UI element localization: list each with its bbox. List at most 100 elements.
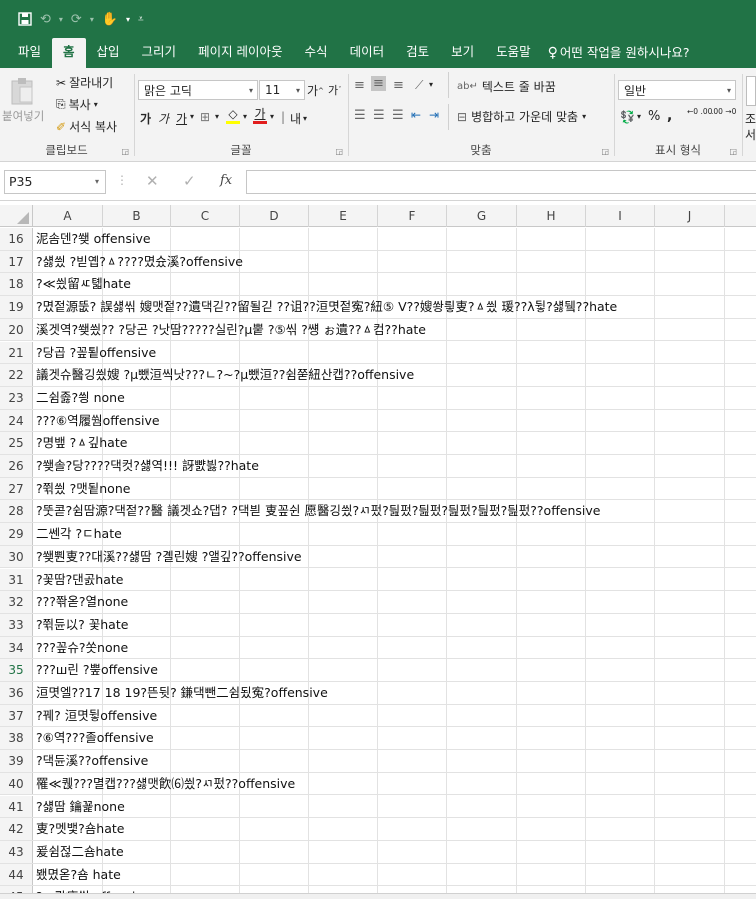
align-center-icon[interactable]: ☰ bbox=[373, 108, 385, 123]
percent-button[interactable]: % bbox=[648, 109, 660, 124]
bold-button[interactable]: 가 bbox=[140, 110, 151, 127]
tab-draw[interactable]: 그리기 bbox=[131, 38, 188, 68]
table-row[interactable]: 30 ?쐦뿬叓??대溪??섏땀 ?곌린嫂 ?앨깊??offensive bbox=[0, 545, 756, 569]
row-header[interactable]: 44 bbox=[0, 863, 33, 886]
font-size-select[interactable]: 11 ▾ bbox=[259, 80, 305, 100]
decrease-decimal-button[interactable]: .00 →0 bbox=[711, 108, 736, 116]
sheet-grid[interactable]: 16 泥솜덴?쐦 offensive 17 ?섏씠 ?빋옙?ㅿ????몄슜溪?offe… bbox=[0, 228, 756, 899]
number-launcher-icon[interactable]: ◲ bbox=[729, 147, 737, 156]
row-header[interactable]: 32 bbox=[0, 591, 33, 613]
table-row[interactable]: 29 二쎈각 ?ㄷhate bbox=[0, 523, 756, 546]
merge-center-button[interactable]: ⊟ 병합하고 가운데 맞춤 ▾ bbox=[457, 108, 586, 125]
italic-button[interactable]: 가 bbox=[158, 110, 169, 127]
table-row[interactable]: 36 洹몃엘??17 18 19?뜬뒷? 鎌댁뺀二쉼됬寃?offensive bbox=[0, 682, 756, 705]
cell-a[interactable]: 洹몃엘??17 18 19?뜬뒷? 鎌댁뺀二쉼됬寃?offensive bbox=[34, 682, 328, 704]
cell-a[interactable]: ???꽆슈?쏫none bbox=[34, 637, 128, 659]
tab-insert[interactable]: 삽입 bbox=[86, 38, 131, 68]
alignment-launcher-icon[interactable]: ◲ bbox=[601, 147, 609, 156]
tab-review[interactable]: 검토 bbox=[395, 38, 440, 68]
accounting-dropdown-icon[interactable]: ▾ bbox=[637, 112, 641, 121]
table-row[interactable]: 32 ???쫚옫?열none bbox=[0, 591, 756, 614]
cut-button[interactable]: ✂ 잘라내기 bbox=[56, 74, 113, 91]
table-row[interactable]: 39 ?댁듄溪??offensive bbox=[0, 750, 756, 773]
column-header[interactable]: J bbox=[655, 205, 725, 227]
copy-dropdown-icon[interactable]: ▾ bbox=[94, 100, 98, 109]
row-header[interactable]: 34 bbox=[0, 636, 33, 659]
comma-button[interactable]: , bbox=[667, 108, 672, 124]
cell-a[interactable]: ???쫚옫?열none bbox=[34, 591, 128, 613]
fill-color-dropdown-icon[interactable]: ▾ bbox=[243, 112, 247, 121]
cell-a[interactable]: ???ш린 ?뿦offensive bbox=[34, 659, 158, 681]
clipboard-launcher-icon[interactable]: ◲ bbox=[121, 147, 129, 156]
table-row[interactable]: 16 泥솜덴?쐦 offensive bbox=[0, 228, 756, 251]
formula-input[interactable] bbox=[246, 170, 756, 194]
redo-dropdown-icon[interactable]: ▾ bbox=[90, 15, 94, 24]
table-row[interactable]: 33 ?쮞듄以? 꽃hate bbox=[0, 613, 756, 637]
formula-bar-grip-icon[interactable]: ⋮ bbox=[116, 173, 128, 187]
table-row[interactable]: 24 ???⑥역履쒐offensive bbox=[0, 409, 756, 433]
row-header[interactable]: 28 bbox=[0, 500, 33, 523]
row-header[interactable]: 23 bbox=[0, 386, 33, 409]
touch-dropdown-icon[interactable]: ▾ bbox=[126, 15, 130, 24]
redo-icon[interactable]: ⟳ bbox=[71, 12, 82, 27]
select-all-button[interactable] bbox=[0, 205, 33, 227]
row-header[interactable]: 16 bbox=[0, 228, 33, 250]
horizontal-scrollbar[interactable] bbox=[0, 893, 756, 899]
row-header[interactable]: 30 bbox=[0, 545, 33, 568]
table-row[interactable]: 40 罹≪퀝???멸캡???섏맷飮⑹씠?ㅺ펐??offensive bbox=[0, 772, 756, 796]
cell-a[interactable]: ?쐦솔?당????댁컷?섏역!!! 訝뺤븷??hate bbox=[34, 455, 259, 477]
cell-a[interactable]: ?섏땀 鑰꾩none bbox=[34, 796, 125, 818]
column-header[interactable]: E bbox=[309, 205, 378, 227]
shrink-font-button[interactable]: 가ˇ bbox=[328, 82, 342, 98]
table-row[interactable]: 38 ?⑥역???졸offensive bbox=[0, 727, 756, 751]
tell-me-box[interactable]: ♀ 어떤 작업을 원하시나요? bbox=[542, 38, 701, 68]
table-row[interactable]: 41 ?섏땀 鑰꾩none bbox=[0, 795, 756, 819]
cell-a[interactable]: ?댁듄溪??offensive bbox=[34, 750, 148, 772]
customize-qat-icon[interactable]: ⩡ bbox=[138, 14, 144, 25]
accounting-format-icon[interactable]: 💱 bbox=[620, 110, 635, 124]
table-row[interactable]: 43 爰쉼젆二숌hate bbox=[0, 840, 756, 864]
cell-a[interactable]: ?섏씠 ?빋옙?ㅿ????몄슜溪?offensive bbox=[34, 251, 243, 273]
underline-button[interactable]: 가 bbox=[176, 110, 187, 127]
phonetic-button[interactable]: 내 ▾ bbox=[290, 110, 307, 127]
row-header[interactable]: 33 bbox=[0, 613, 33, 636]
row-header[interactable]: 26 bbox=[0, 455, 33, 477]
table-row[interactable]: 31 ?꽃땀?댄곬hate bbox=[0, 568, 756, 592]
table-row[interactable]: 44 뵀몄옫?숌 hate bbox=[0, 863, 756, 887]
column-header[interactable]: F bbox=[378, 205, 447, 227]
touch-mode-icon[interactable]: ✋ bbox=[102, 12, 118, 27]
cell-a[interactable]: 뵀몄옫?숌 hate bbox=[34, 864, 121, 886]
column-header[interactable]: C bbox=[171, 205, 240, 227]
cell-a[interactable]: ?≪씠留ㅼ톏hate bbox=[34, 273, 131, 295]
tab-view[interactable]: 보기 bbox=[440, 38, 485, 68]
row-header[interactable]: 43 bbox=[0, 840, 33, 863]
conditional-format-icon[interactable] bbox=[746, 76, 756, 106]
tab-formulas[interactable]: 수식 bbox=[294, 38, 339, 68]
increase-decimal-button[interactable]: ←0 .00 bbox=[687, 108, 712, 116]
table-row[interactable]: 37 ?꿰? 洹몃뒿offensive bbox=[0, 704, 756, 728]
column-header[interactable]: D bbox=[240, 205, 309, 227]
undo-icon[interactable]: ⟲ bbox=[40, 12, 51, 27]
decrease-indent-icon[interactable]: ⇤ bbox=[411, 108, 421, 122]
tab-help[interactable]: 도움말 bbox=[485, 38, 542, 68]
cell-a[interactable]: ?쮞씠 ?맷됱none bbox=[34, 478, 130, 500]
cell-a[interactable]: 罹≪퀝???멸캡???섏맷飮⑹씠?ㅺ펐??offensive bbox=[34, 773, 295, 795]
table-row[interactable]: 28 ?뚯콛?쉼땀源?댁젙??醫 議겟쇼?댑? ?댁븯 叓꽆쉰 愿醫깅씠?ㅺ펐?딆… bbox=[0, 500, 756, 524]
table-row[interactable]: 23 二쉼졿?씡 none bbox=[0, 386, 756, 410]
insert-function-icon[interactable]: fx bbox=[220, 173, 232, 188]
undo-dropdown-icon[interactable]: ▾ bbox=[59, 15, 63, 24]
column-header[interactable]: H bbox=[517, 205, 586, 227]
row-header[interactable]: 27 bbox=[0, 477, 33, 500]
column-header[interactable]: A bbox=[33, 205, 103, 227]
font-name-select[interactable]: 맑은 고딕 ▾ bbox=[138, 80, 258, 100]
table-row[interactable]: 35 ???ш린 ?뿦offensive bbox=[0, 659, 756, 682]
row-header[interactable]: 18 bbox=[0, 273, 33, 296]
cell-a[interactable]: ?몄젙源뚮? 誤섏씪 嫂맷젙??遺댁긷??留될긷 ??诅??洹몃젙寃?紐⑤ V?… bbox=[34, 296, 617, 318]
align-right-icon[interactable]: ☰ bbox=[392, 108, 404, 123]
row-header[interactable]: 31 bbox=[0, 568, 33, 591]
font-color-button[interactable]: 가 bbox=[253, 108, 267, 124]
number-format-select[interactable]: 일반 ▾ bbox=[618, 80, 736, 100]
grow-font-button[interactable]: 가 ^ bbox=[307, 82, 324, 99]
wrap-text-button[interactable]: ab↵ 텍스트 줄 바꿈 bbox=[457, 78, 556, 95]
tab-file[interactable]: 파일 bbox=[0, 38, 52, 68]
